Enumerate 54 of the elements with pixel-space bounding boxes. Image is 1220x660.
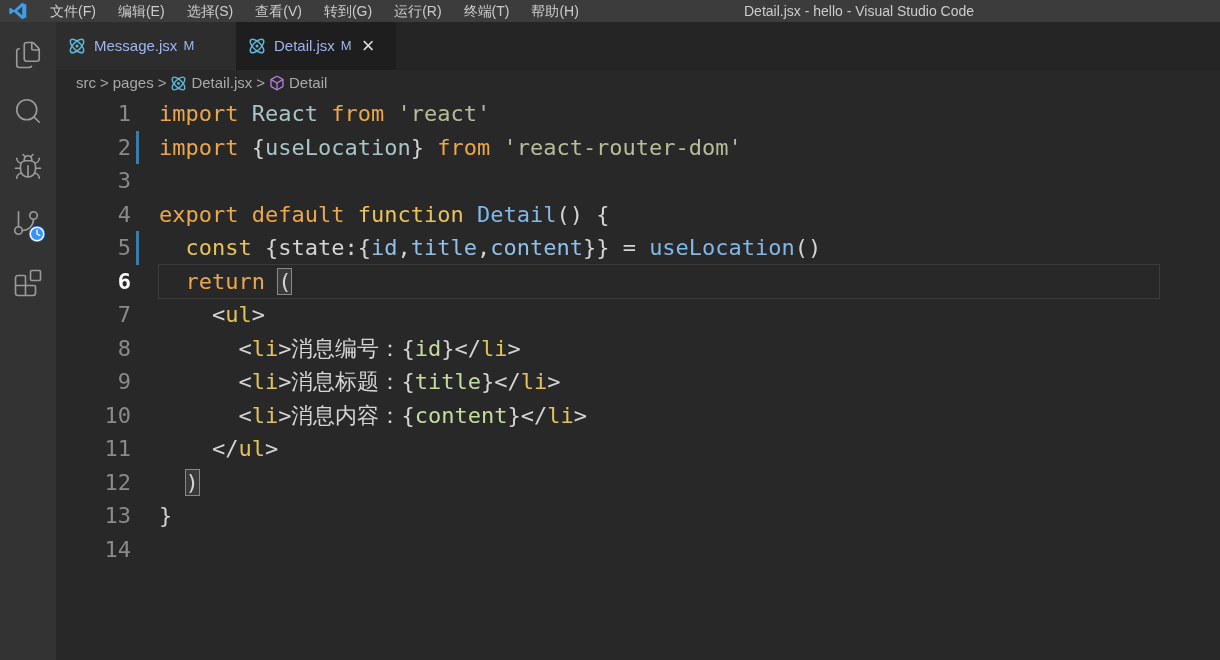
line-number: 10 (103, 401, 131, 430)
menu-item[interactable]: 选择(S) (186, 0, 234, 22)
menu-item[interactable]: 终端(T) (463, 0, 510, 22)
breadcrumb-separator: > (256, 72, 266, 93)
code-line: <ul> (210, 301, 266, 330)
menu-item[interactable]: 运行(R) (394, 0, 442, 22)
line-number: 2 (116, 133, 131, 162)
line-number: 6 (116, 267, 131, 296)
breadcrumb-item[interactable]: Detail (289, 71, 328, 95)
code-line: } (159, 502, 174, 531)
line-number: 9 (116, 368, 131, 397)
react-icon (68, 37, 86, 55)
code-line: const {state:{id,title,content}} = useLocation() (184, 234, 823, 263)
cube-icon (269, 75, 286, 91)
code-line: <li>消息标题：{title}</li> (237, 368, 562, 397)
menu-item[interactable]: 帮助(H) (531, 0, 579, 22)
menu-item[interactable]: 编辑(E) (117, 0, 165, 22)
line-number: 14 (103, 535, 131, 564)
code-line: export default function Detail() { (159, 200, 611, 229)
extensions-icon[interactable] (13, 268, 43, 298)
line-number: 13 (103, 502, 131, 531)
code-line: </ul> (210, 435, 280, 464)
files-icon[interactable] (13, 40, 43, 70)
bug-icon[interactable] (13, 152, 43, 182)
menu-item[interactable]: 转到(G) (323, 0, 373, 22)
breadcrumb-item[interactable]: src (76, 71, 96, 95)
react-icon (170, 74, 188, 92)
line-number: 1 (116, 100, 131, 129)
line-number: 8 (116, 334, 131, 363)
code-line: return ( (159, 264, 1159, 298)
line-number: 5 (116, 234, 131, 263)
breadcrumb-separator: > (100, 72, 109, 93)
line-number: 3 (116, 167, 131, 196)
line-number: 12 (103, 468, 131, 497)
search-icon[interactable] (13, 96, 43, 126)
editor-tab[interactable]: Message.jsx M (56, 22, 236, 70)
app-logo-icon (8, 1, 28, 21)
breadcrumb-item[interactable]: Detail.jsx (191, 71, 253, 95)
code-line: import {useLocation} from 'react-router-dom' (159, 133, 743, 162)
line-number: 7 (116, 301, 131, 330)
code-line: <li>消息编号：{id}</li> (237, 334, 522, 363)
editor-tab[interactable]: Detail.jsx M × (236, 22, 396, 70)
react-icon (248, 37, 266, 55)
breadcrumb-item[interactable]: pages (112, 71, 154, 95)
menu-item[interactable]: 查看(V) (255, 0, 302, 22)
window-title: Detail.jsx - hello - Visual Studio Code (744, 1, 975, 21)
close-button[interactable]: × (361, 35, 375, 57)
code-line: import React from 'react' (159, 100, 492, 129)
line-number: 4 (116, 200, 131, 229)
menu-item[interactable]: 文件(F) (50, 0, 96, 22)
branch-icon[interactable] (11, 208, 45, 242)
breadcrumb-separator: > (157, 72, 167, 93)
line-number: 11 (103, 435, 131, 464)
code-line: <li>消息内容：{content}</li> (237, 401, 588, 430)
